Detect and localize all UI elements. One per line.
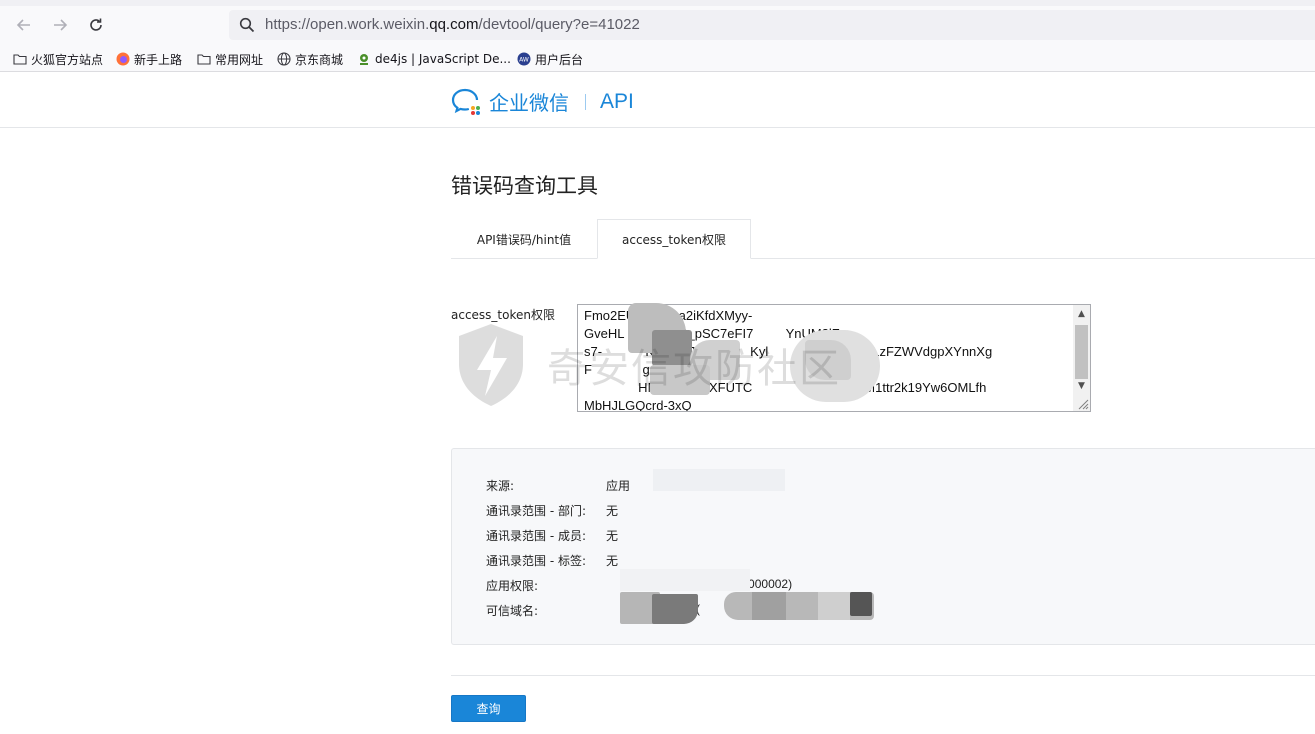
redaction-mark	[652, 330, 692, 366]
bookmark-xinshou[interactable]: 新手上路	[116, 50, 182, 68]
redaction-mark	[652, 594, 698, 624]
reload-button[interactable]	[82, 12, 110, 38]
bookmark-yonghu[interactable]: AW 用户后台	[517, 50, 583, 68]
reload-icon	[90, 18, 102, 31]
bookmark-jingdong[interactable]: 京东商城	[277, 50, 343, 68]
redaction-mark	[818, 592, 850, 620]
back-button[interactable]	[10, 12, 38, 38]
back-arrow-icon	[16, 19, 30, 31]
tab-access-token[interactable]: access_token权限	[597, 219, 751, 259]
result-key: 通讯录范围 - 部门:	[486, 504, 587, 518]
bookmark-changyong[interactable]: 常用网址	[197, 50, 263, 68]
bookmark-de4js[interactable]: de4js | JavaScript De...	[357, 50, 511, 68]
result-key: 来源:	[486, 479, 515, 493]
globe-icon	[277, 52, 291, 66]
browser-navbar: https://open.work.weixin.qq.com/devtool/…	[0, 6, 1315, 44]
redaction-mark	[650, 365, 710, 395]
redaction-mark	[653, 469, 785, 491]
scroll-up-icon[interactable]: ▲	[1073, 307, 1090, 321]
query-button[interactable]: 查询	[451, 695, 526, 722]
page-title: 错误码查询工具	[451, 174, 598, 198]
resize-grip-icon[interactable]	[1075, 396, 1089, 410]
scroll-thumb[interactable]	[1075, 325, 1088, 379]
result-key: 应用权限:	[486, 579, 539, 593]
wework-logo-icon	[451, 88, 480, 115]
access-token-label: access_token权限	[451, 308, 555, 322]
result-key: 可信域名:	[486, 604, 539, 618]
user-backend-icon: AW	[517, 52, 531, 66]
redaction-mark	[850, 592, 872, 616]
result-value: 无	[606, 529, 619, 543]
forward-arrow-icon	[54, 19, 68, 31]
logo-divider	[585, 93, 586, 110]
lightning-shield-icon	[459, 324, 523, 406]
folder-icon	[197, 54, 211, 65]
redaction-mark	[805, 340, 851, 380]
address-bar[interactable]: https://open.work.weixin.qq.com/devtool/…	[229, 10, 1315, 40]
result-value: 无	[606, 504, 619, 518]
folder-icon	[13, 54, 27, 65]
result-value: 无	[606, 554, 619, 568]
tab-api-error-code[interactable]: API错误码/hint值	[451, 219, 597, 259]
search-icon	[239, 17, 255, 33]
firefox-icon	[116, 52, 130, 66]
page-header: 企业微信 API	[0, 73, 1315, 128]
result-key: 通讯录范围 - 成员:	[486, 529, 587, 543]
logo-api-text: API	[600, 89, 634, 113]
wework-logo[interactable]: 企业微信 API	[451, 87, 634, 116]
bookmarks-bar: 火狐官方站点 新手上路 常用网址 京东商城 de4js | JavaScript…	[0, 44, 1315, 72]
de4js-icon	[360, 54, 368, 65]
bookmark-huohu[interactable]: 火狐官方站点	[13, 50, 103, 68]
logo-text: 企业微信	[489, 91, 569, 115]
result-value: 应用	[606, 479, 631, 493]
redaction-mark	[752, 592, 786, 620]
scroll-down-icon[interactable]: ▼	[1073, 379, 1090, 393]
redaction-mark	[620, 569, 750, 591]
result-key: 通讯录范围 - 标签:	[486, 554, 587, 568]
svg-text:AW: AW	[519, 57, 529, 64]
result-panel: 来源: 应用 通讯录范围 - 部门: 无 通讯录范围 - 成员: 无 通讯录范围…	[451, 448, 1315, 645]
forward-button[interactable]	[46, 12, 74, 38]
url-text: https://open.work.weixin.qq.com/devtool/…	[265, 16, 640, 33]
form-bottom-divider	[451, 675, 1315, 676]
